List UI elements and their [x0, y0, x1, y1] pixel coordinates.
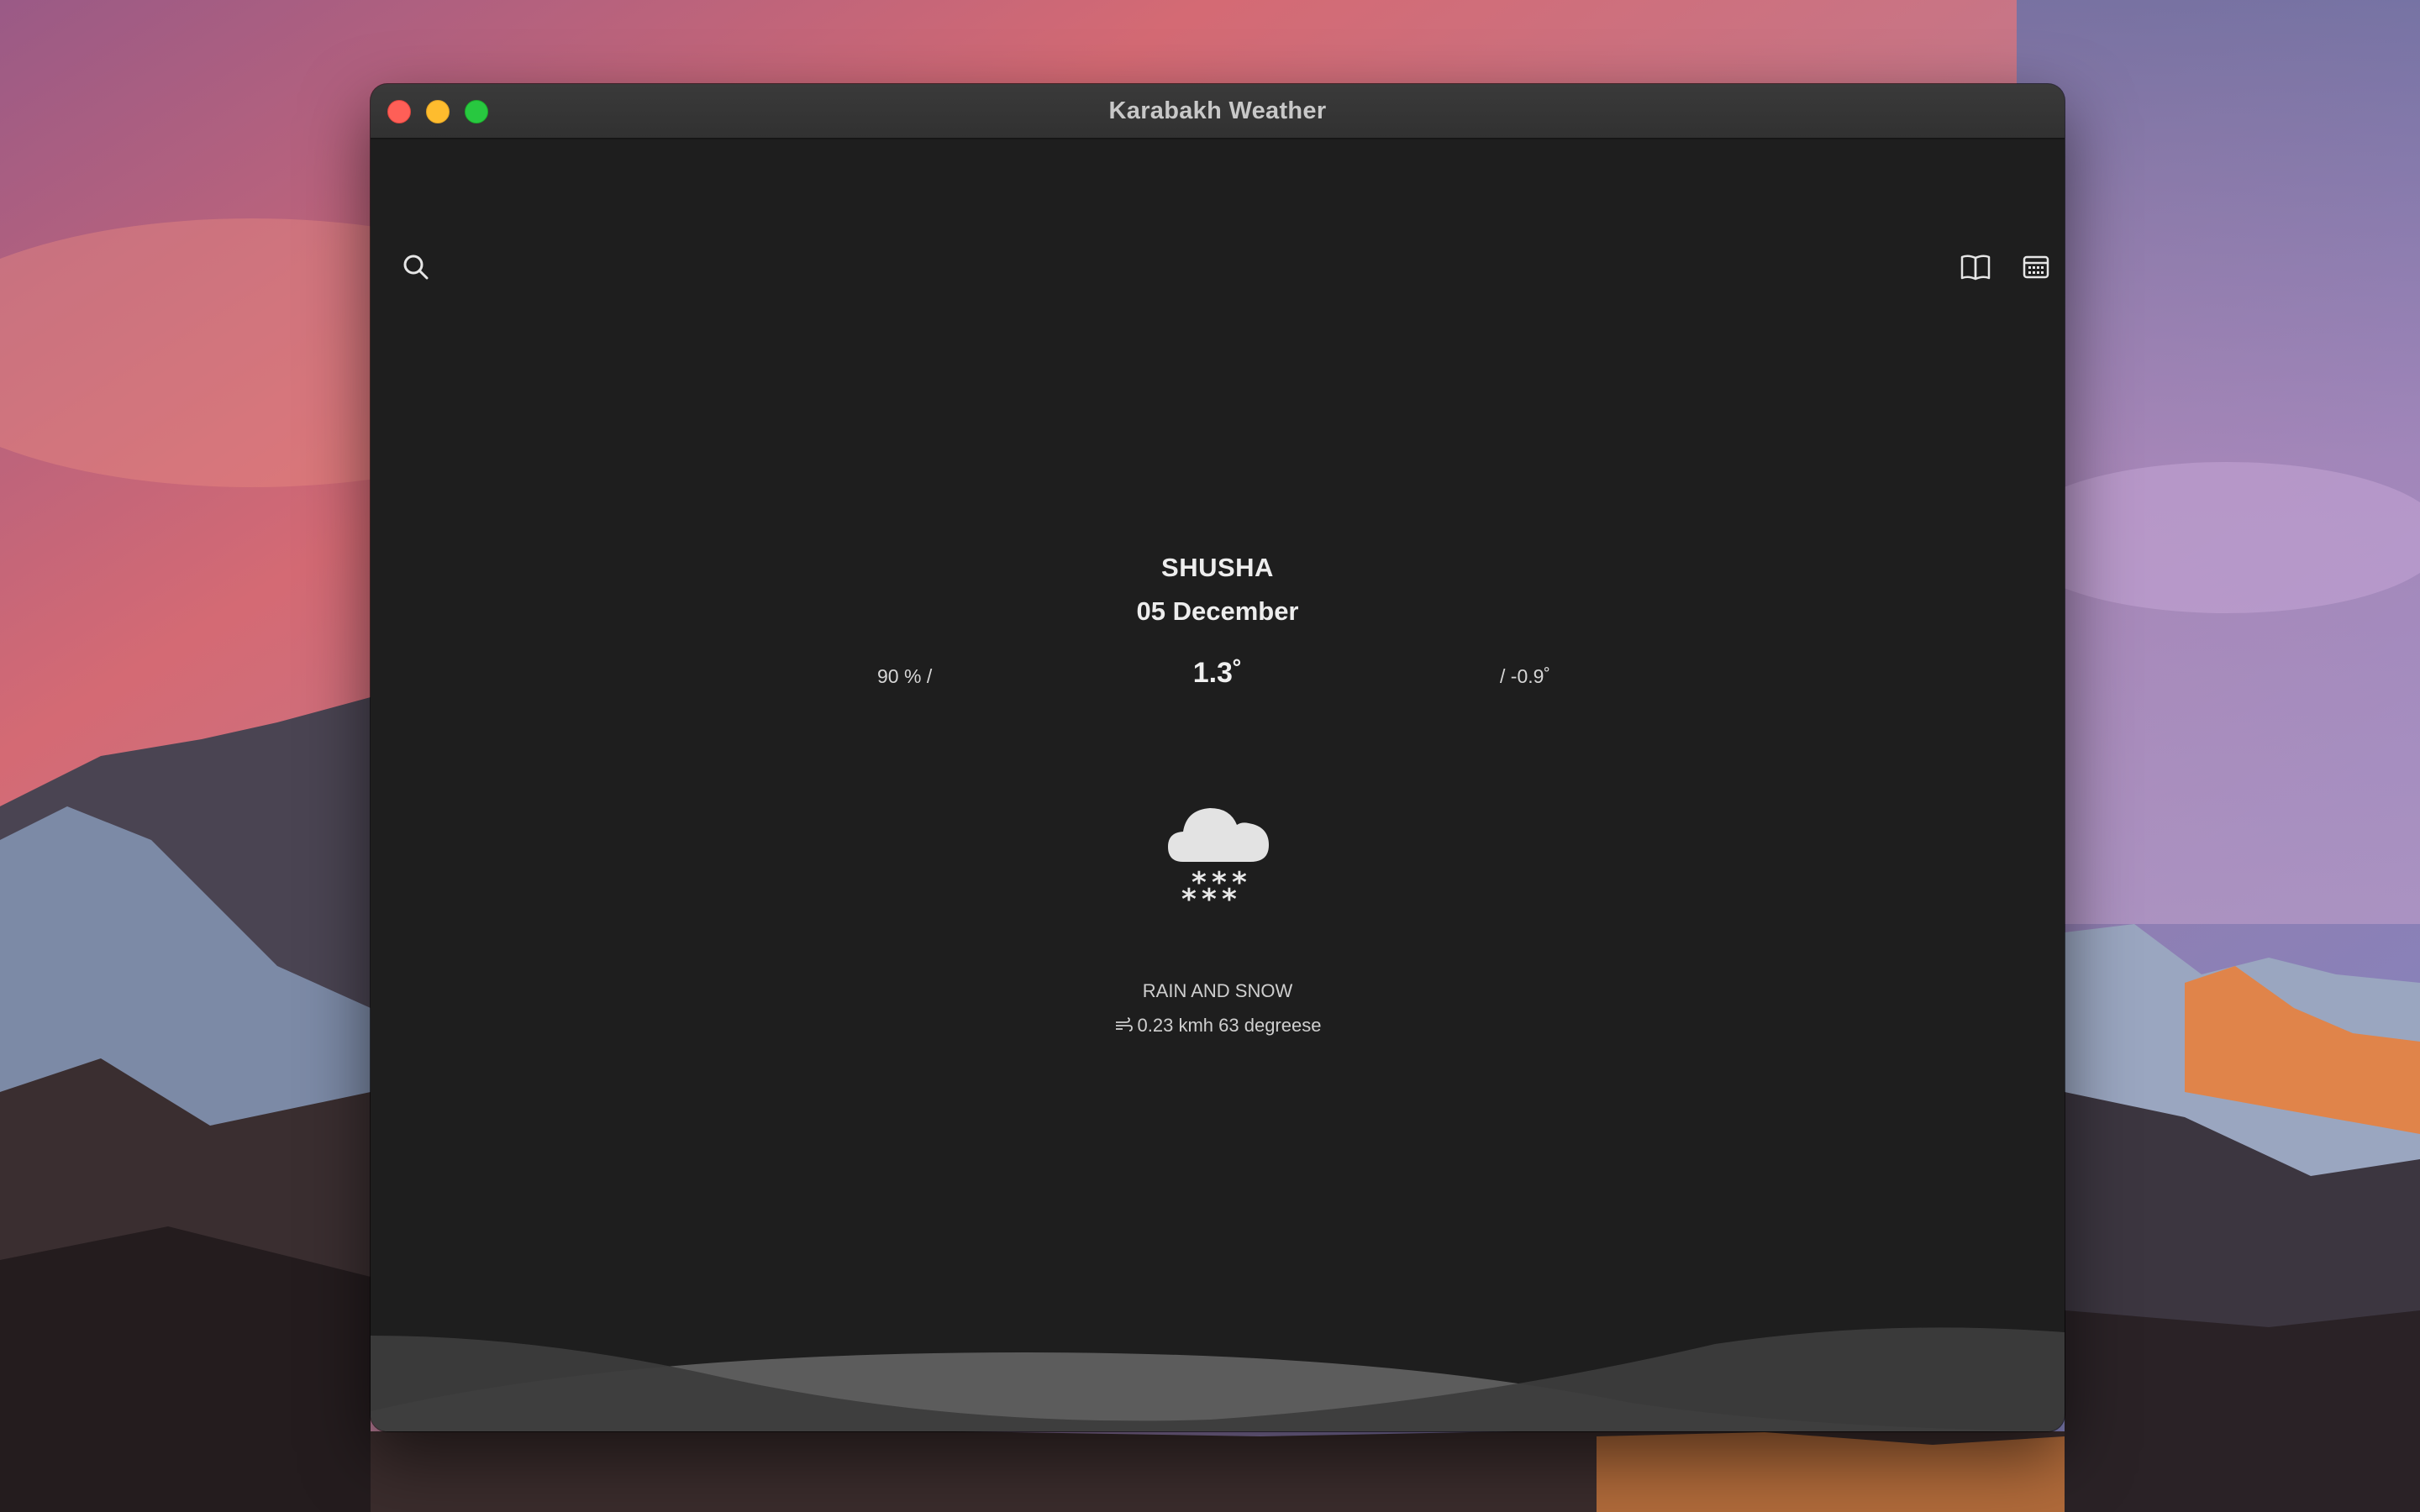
window-title: Karabakh Weather: [1108, 97, 1327, 124]
wind-icon: [1114, 1016, 1133, 1037]
book-icon[interactable]: [1959, 250, 1992, 284]
decorative-waves: [371, 1327, 2065, 1431]
condition-text: RAIN AND SNOW: [1142, 980, 1293, 1001]
svg-text:*: *: [1222, 883, 1237, 904]
temperature-value: 1.3˚: [1192, 657, 1243, 689]
forecast-date: 05 December: [1136, 596, 1299, 626]
app-window: Karabakh Weather SHUSHA 05 December 90 %: [371, 84, 2065, 1431]
main-content: [371, 139, 2065, 1431]
svg-text:*: *: [1202, 883, 1217, 904]
svg-text:*: *: [1181, 883, 1197, 904]
calendar-icon[interactable]: [2019, 250, 2053, 284]
low-temperature-value: / -0.9˚: [1500, 665, 1551, 687]
title-bar[interactable]: Karabakh Weather: [371, 84, 2065, 139]
wind-text: 0.23 kmh 63 degreese: [1137, 1015, 1322, 1036]
wind-info: 0.23 kmh 63 degreese: [371, 1015, 2065, 1037]
city-name: SHUSHA: [1161, 553, 1274, 582]
search-icon[interactable]: [399, 250, 433, 284]
cloud-snow-icon: * * * * * *: [1168, 808, 1269, 904]
